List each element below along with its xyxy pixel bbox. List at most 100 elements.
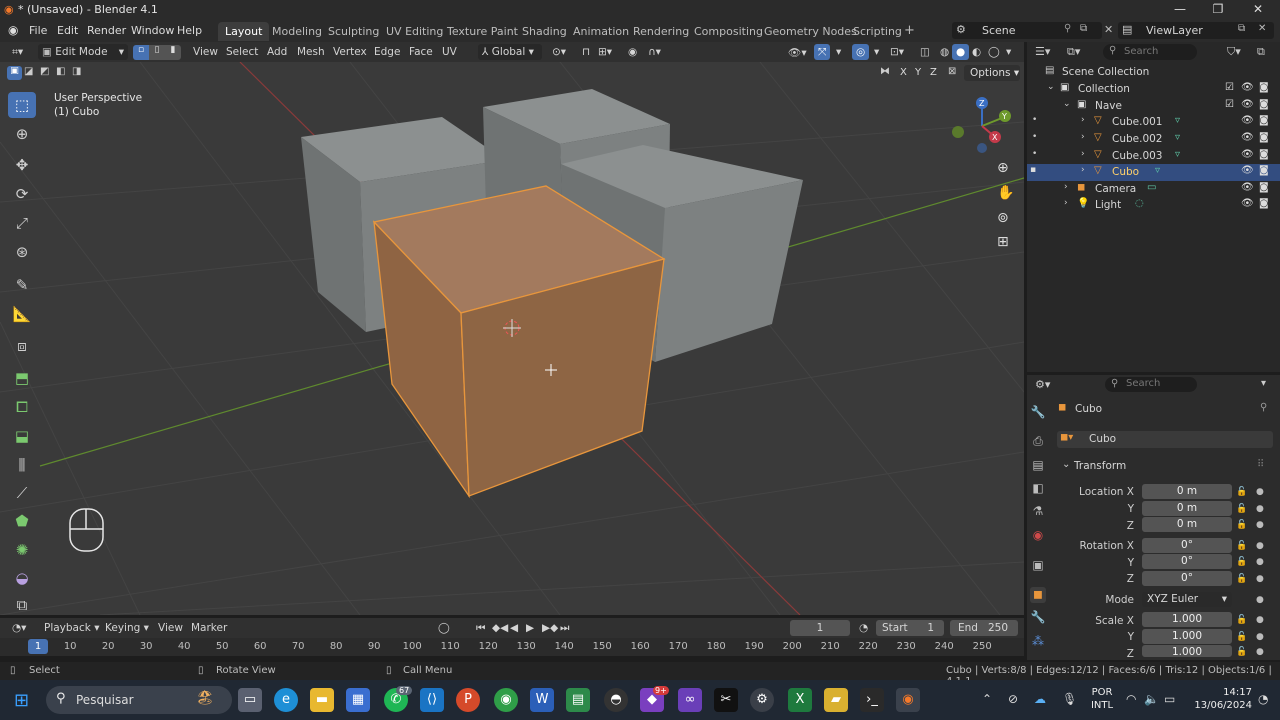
menu-window[interactable]: Window: [131, 24, 174, 37]
drag-handle-icon[interactable]: ⠿: [1257, 459, 1264, 470]
tray-clock[interactable]: 14:17 13/06/2024: [1188, 686, 1252, 712]
camera-render-icon[interactable]: ◙: [1259, 165, 1269, 176]
axis-x-toggle[interactable]: X: [900, 67, 907, 78]
menu-help[interactable]: Help: [177, 24, 202, 37]
pin-icon[interactable]: ⚲: [1064, 23, 1071, 34]
tab-texture-paint[interactable]: Texture Paint: [440, 22, 525, 41]
vertex-select-icon[interactable]: ▫: [133, 45, 149, 60]
minimize-icon[interactable]: —: [1172, 2, 1188, 18]
mirror-icon[interactable]: ⧓: [880, 66, 890, 77]
keyframe-dot-icon[interactable]: ●: [1256, 504, 1264, 514]
tab-sculpting[interactable]: Sculpting: [321, 22, 386, 41]
tray-notifications-icon[interactable]: ◔: [1258, 692, 1268, 706]
edge-slide-tool-icon[interactable]: ⧉: [8, 592, 36, 618]
chevron-right-icon[interactable]: ›: [1081, 149, 1085, 159]
tab-shading[interactable]: Shading: [515, 22, 574, 41]
outliner-row-collection[interactable]: ⌄ ▣ Collection ☑ 👁 ◙: [1027, 81, 1280, 98]
knife-tool-icon[interactable]: ⟋: [8, 480, 36, 506]
location-z-field[interactable]: 0 m: [1142, 517, 1232, 532]
loop-cut-tool-icon[interactable]: ⫼: [8, 452, 36, 478]
xray-icon[interactable]: ◫: [916, 44, 934, 60]
output-tab-icon[interactable]: ▤: [1030, 458, 1046, 474]
selected-cube-cubo[interactable]: [372, 185, 666, 499]
eye-icon[interactable]: 👁: [1241, 182, 1254, 193]
scale-y-field[interactable]: 1.000: [1142, 629, 1232, 644]
mesh-overlays-icon[interactable]: ⊡▾: [886, 44, 908, 60]
menu-mesh[interactable]: Mesh: [293, 44, 329, 60]
gizmo-dropdown-icon[interactable]: ▾: [832, 44, 845, 60]
proportional-edit-icon[interactable]: ◉: [624, 44, 641, 60]
pan-hand-icon[interactable]: ✋: [997, 185, 1014, 201]
auto-key-icon[interactable]: ◯: [434, 620, 454, 636]
select-subtract-icon[interactable]: ◩: [40, 66, 49, 77]
snap-icon[interactable]: ⊓: [578, 44, 594, 60]
camera-render-icon[interactable]: ◙: [1259, 132, 1269, 143]
transform-tool-icon[interactable]: ⊛: [8, 239, 36, 265]
select-extend-icon[interactable]: ◪: [24, 66, 33, 77]
preview-range-icon[interactable]: ◔: [855, 620, 872, 636]
spin-tool-icon[interactable]: ✺: [8, 537, 36, 563]
scale-z-field[interactable]: 1.000: [1142, 645, 1232, 658]
tray-volume-icon[interactable]: 🔈: [1144, 692, 1159, 706]
chevron-right-icon[interactable]: ›: [1081, 115, 1085, 125]
smooth-tool-icon[interactable]: ◒: [8, 565, 36, 591]
chevron-down-icon[interactable]: ⌄: [1047, 82, 1055, 92]
select-new-icon[interactable]: ▣: [7, 66, 22, 80]
collection-tab-icon[interactable]: ▣: [1030, 558, 1046, 574]
lock-icon[interactable]: 🔓: [1236, 541, 1247, 551]
vscode-icon[interactable]: ⟨⟩: [420, 688, 444, 712]
overlays-icon[interactable]: ◎: [852, 44, 870, 60]
render-tab-icon[interactable]: ⎙: [1030, 434, 1046, 450]
keyframe-dot-icon[interactable]: ●: [1256, 647, 1264, 657]
add-workspace-icon[interactable]: +: [904, 23, 915, 38]
checkbox-icon[interactable]: ☑: [1225, 82, 1234, 93]
github-icon[interactable]: ◓: [604, 688, 628, 712]
tray-security-icon[interactable]: ⊘: [1008, 692, 1018, 706]
frame-end-field[interactable]: End 250: [950, 620, 1018, 636]
menu-select[interactable]: Select: [222, 44, 262, 60]
select-invert-icon[interactable]: ◧: [56, 66, 65, 77]
delete-scene-icon[interactable]: ✕: [1104, 23, 1113, 36]
jump-start-icon[interactable]: ⏮: [472, 620, 489, 636]
pivot-point-icon[interactable]: ⊙▾: [548, 44, 570, 60]
visual-studio-icon[interactable]: ∞: [678, 688, 702, 712]
outliner-row-scene-collection[interactable]: ▤ Scene Collection: [1027, 64, 1280, 81]
axis-y-toggle[interactable]: Y: [915, 67, 921, 78]
rotation-mode-select[interactable]: XYZ Euler ▾: [1142, 592, 1232, 607]
edge-select-icon[interactable]: ▯: [149, 45, 165, 60]
jump-end-icon[interactable]: ⏭: [556, 620, 573, 636]
chevron-right-icon[interactable]: ›: [1081, 165, 1085, 175]
outliner-row-cube-001[interactable]: • › ▽ Cube.001 ▿ 👁 ◙: [1027, 114, 1280, 131]
keyframe-dot-icon[interactable]: ●: [1256, 541, 1264, 551]
keyframe-dot-icon[interactable]: ●: [1256, 487, 1264, 497]
menu-file[interactable]: File: [29, 24, 47, 37]
menu-render[interactable]: Render: [87, 24, 126, 37]
auto-merge-icon[interactable]: ⊠: [948, 66, 956, 77]
menu-playback[interactable]: Playback ▾: [40, 620, 103, 636]
keyframe-dot-icon[interactable]: ●: [1256, 557, 1264, 567]
face-select-icon[interactable]: ▮: [165, 45, 181, 60]
eye-icon[interactable]: 👁: [1241, 198, 1254, 209]
menu-marker[interactable]: Marker: [187, 620, 231, 636]
lock-icon[interactable]: 🔓: [1236, 504, 1247, 514]
blender-menu-icon[interactable]: ◉: [8, 23, 18, 37]
task-view-icon[interactable]: ▭: [238, 688, 262, 712]
editor-type-icon[interactable]: ⌗▾: [8, 44, 27, 60]
menu-vertex[interactable]: Vertex: [329, 44, 371, 60]
lock-icon[interactable]: 🔓: [1236, 557, 1247, 567]
gizmo-toggle-icon[interactable]: ⤧: [814, 44, 831, 60]
tab-layout[interactable]: Layout: [218, 22, 270, 41]
tab-scripting[interactable]: Scripting: [846, 22, 909, 41]
store-icon[interactable]: ▦: [346, 688, 370, 712]
tray-onedrive-icon[interactable]: ☁: [1034, 692, 1046, 706]
annotate-tool-icon[interactable]: ✎: [8, 272, 36, 298]
menu-add[interactable]: Add: [263, 44, 291, 60]
inset-tool-icon[interactable]: ⧠: [8, 394, 36, 420]
view-layer-selector[interactable]: ▤ ViewLayer ⧉ ✕: [1118, 22, 1274, 39]
orientation-selector[interactable]: ⅄ Global ▾: [478, 44, 542, 60]
outliner-editor-icon[interactable]: ☰▾: [1035, 45, 1050, 58]
keyframe-dot-icon[interactable]: ●: [1256, 632, 1264, 642]
eye-icon[interactable]: 👁: [1241, 115, 1254, 126]
outliner-row-cube-002[interactable]: • › ▽ Cube.002 ▿ 👁 ◙: [1027, 131, 1280, 148]
filter-icon[interactable]: ⛉▾: [1227, 45, 1241, 59]
